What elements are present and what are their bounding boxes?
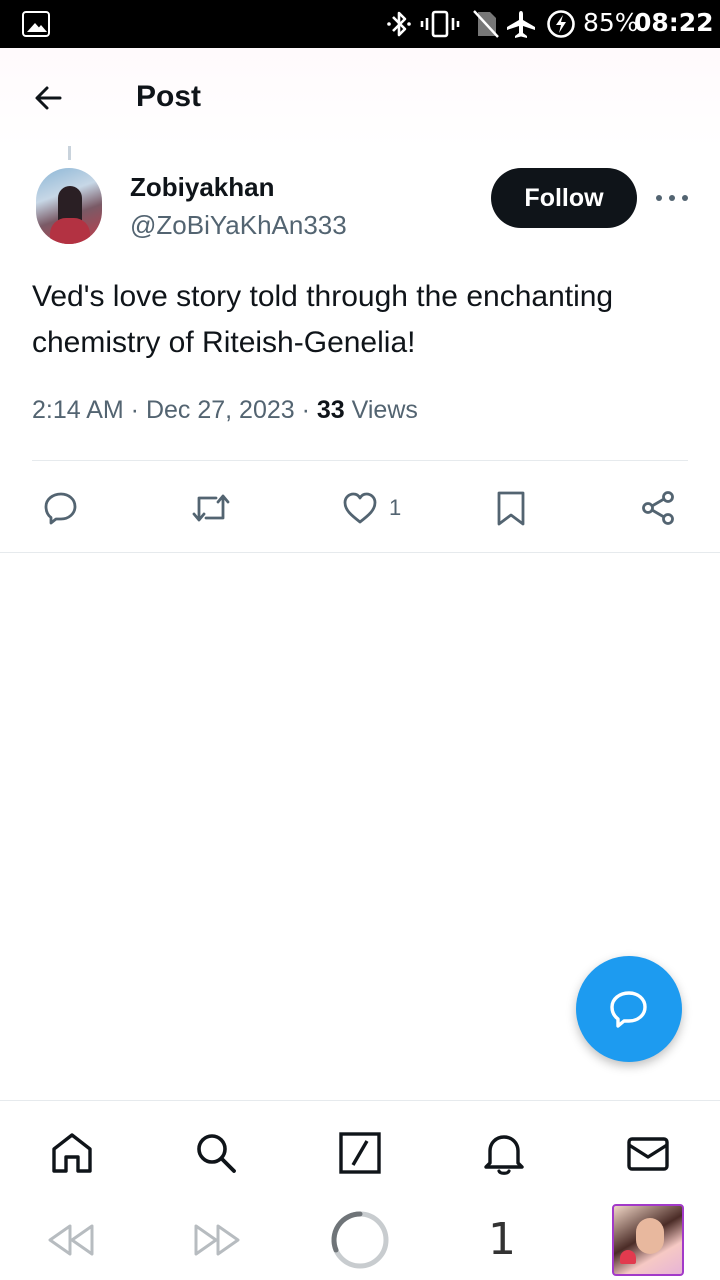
status-bar: 85% 08:22 bbox=[0, 0, 720, 48]
notifications-icon[interactable] bbox=[480, 1129, 528, 1177]
page-title: Post bbox=[136, 80, 202, 113]
author-handle[interactable]: @ZoBiYaKhAn333 bbox=[130, 210, 347, 241]
thread-line bbox=[68, 146, 71, 160]
post-text: Ved's love story told through the enchan… bbox=[32, 280, 614, 359]
views-count: 33 bbox=[316, 396, 345, 424]
like-button[interactable]: 1 bbox=[341, 488, 401, 528]
arrow-left-icon[interactable] bbox=[30, 78, 70, 118]
follow-button[interactable]: Follow bbox=[491, 168, 637, 228]
avatar[interactable] bbox=[36, 168, 102, 244]
vibrate-icon bbox=[420, 10, 460, 38]
fast-forward-icon[interactable] bbox=[190, 1220, 244, 1260]
grok-icon[interactable] bbox=[336, 1129, 384, 1177]
battery-charging-icon bbox=[547, 10, 575, 38]
browser-toolbar: 1 bbox=[0, 1204, 720, 1280]
tab-count[interactable]: 1 bbox=[488, 1214, 516, 1265]
home-icon[interactable] bbox=[48, 1129, 96, 1177]
airplane-icon bbox=[507, 11, 535, 38]
views-label[interactable]: Views bbox=[352, 396, 418, 424]
profile-thumbnail[interactable] bbox=[612, 1204, 684, 1276]
compose-reply-button[interactable] bbox=[576, 956, 682, 1062]
post-meta: 2:14 AM · Dec 27, 2023 · 33 Views bbox=[32, 396, 418, 424]
loading-icon[interactable] bbox=[330, 1210, 390, 1270]
search-icon[interactable] bbox=[192, 1129, 240, 1177]
post-header: Post bbox=[0, 48, 720, 148]
retweet-icon bbox=[192, 494, 230, 522]
like-count: 1 bbox=[389, 495, 402, 520]
bookmark-icon bbox=[497, 491, 525, 526]
reply-button[interactable] bbox=[42, 488, 80, 528]
share-button[interactable] bbox=[639, 488, 677, 528]
no-sim-icon bbox=[473, 10, 499, 38]
messages-icon[interactable] bbox=[624, 1129, 672, 1177]
battery-percent: 85% bbox=[583, 8, 639, 37]
divider bbox=[0, 552, 720, 553]
author-name[interactable]: Zobiyakhan bbox=[130, 172, 274, 203]
more-options-icon[interactable] bbox=[652, 186, 692, 210]
share-icon bbox=[642, 491, 674, 525]
reply-icon bbox=[44, 492, 77, 525]
like-icon bbox=[343, 492, 377, 524]
divider bbox=[32, 460, 688, 461]
gallery-icon bbox=[22, 11, 50, 37]
clock: 08:22 bbox=[634, 8, 714, 37]
post-date: Dec 27, 2023 bbox=[145, 396, 295, 424]
rewind-icon[interactable] bbox=[44, 1220, 98, 1260]
post-time: 2:14 AM bbox=[32, 396, 124, 424]
retweet-button[interactable] bbox=[190, 488, 232, 528]
bookmark-button[interactable] bbox=[492, 488, 530, 528]
reply-icon bbox=[610, 991, 647, 1028]
bottom-nav bbox=[0, 1100, 720, 1204]
bluetooth-icon bbox=[387, 11, 411, 37]
